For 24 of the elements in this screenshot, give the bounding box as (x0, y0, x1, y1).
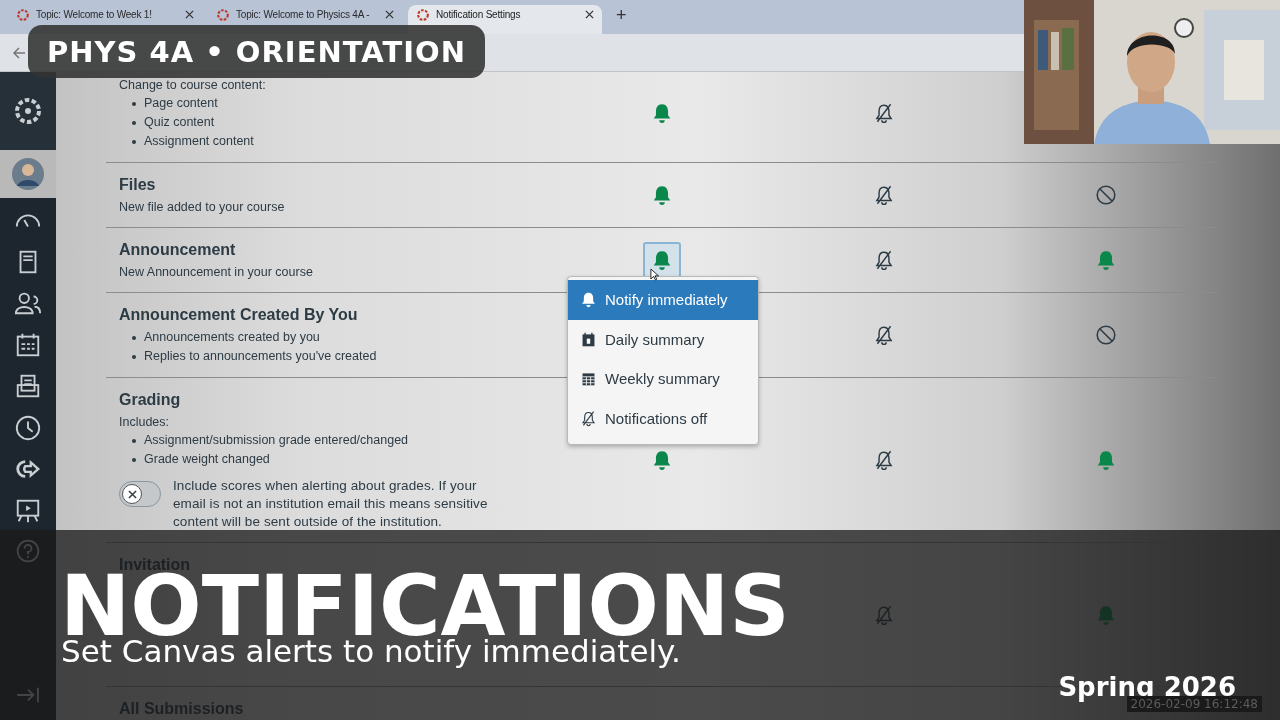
new-tab-button[interactable]: + (608, 5, 635, 32)
browser-tab[interactable]: Topic: Welcome to Week 1! (8, 5, 202, 24)
bullet-item: Replies to announcements you've created (144, 348, 377, 365)
bullet-item: Grade weight changed (144, 451, 270, 468)
browser-tab[interactable]: Topic: Welcome to Physics 4A - (208, 5, 402, 24)
menu-item[interactable]: Notifications off (568, 398, 758, 438)
course-badge: PHYS 4A • ORIENTATION (28, 25, 485, 78)
category-title: Grading (119, 390, 182, 409)
category-description: New Announcement in your course (119, 264, 314, 281)
menu-item[interactable]: Daily summary (568, 319, 758, 359)
menu-item[interactable]: Weekly summary (568, 359, 758, 399)
bullet-item: Page content (144, 95, 218, 112)
category-intro: Includes: (119, 414, 171, 431)
bullet-item: Assignment/submission grade entered/changed (144, 432, 409, 449)
category-title: Announcement (119, 240, 237, 259)
bullet-item: Quiz content (144, 114, 215, 131)
category-description: New file added to your course (119, 199, 286, 216)
category-intro: Change to course content: (119, 77, 267, 94)
category-title: Files (119, 175, 157, 194)
bullet-item: Assignment content (144, 133, 254, 150)
category-title: Announcement Created By You (119, 305, 359, 324)
bullet-item: Announcements created by you (144, 329, 320, 346)
toggle-label: Include scores when alerting about grades. If your email is not an institution email this means sensitive content will be sent outside of the institution. (173, 477, 489, 531)
menu-item[interactable]: Notify immediately (568, 280, 758, 320)
